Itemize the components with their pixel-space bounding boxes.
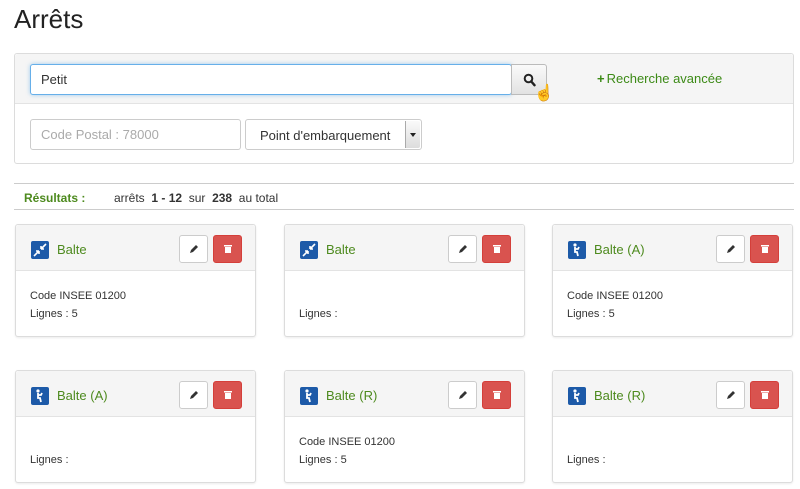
results-prefix: arrêts <box>114 191 145 205</box>
advanced-search-link[interactable]: + Recherche avancée <box>597 71 722 86</box>
stop-card: Balte (A) Lignes : <box>15 370 256 483</box>
pencil-icon <box>190 391 198 399</box>
stop-lines: Lignes : <box>30 454 69 466</box>
stop-card-header: Balte (A) <box>553 225 792 271</box>
results-sur: sur <box>188 191 206 205</box>
stop-lines: Lignes : <box>299 308 338 320</box>
stop-card-header: Balte (R) <box>285 371 524 417</box>
stop-title-link[interactable]: Balte (A) <box>57 388 108 403</box>
stop-lines: Lignes : 5 <box>299 454 347 466</box>
stop-type-select-value: Point d'embarquement <box>260 128 391 143</box>
trash-icon <box>224 391 232 399</box>
area-arrows-icon <box>300 241 318 259</box>
stop-title-link[interactable]: Balte (A) <box>594 242 645 257</box>
pencil-icon <box>459 391 467 399</box>
stop-lines: Lignes : 5 <box>567 308 615 320</box>
stop-title-link[interactable]: Balte <box>57 242 87 257</box>
edit-button[interactable] <box>448 235 477 263</box>
boarding-person-icon <box>300 387 318 405</box>
stop-card-header: Balte (R) <box>553 371 792 417</box>
boarding-person-icon <box>568 241 586 259</box>
trash-icon <box>761 245 769 253</box>
results-count: arrêts 1 - 12 sur 238 au total <box>114 191 278 205</box>
delete-button[interactable] <box>213 235 242 263</box>
trash-icon <box>224 245 232 253</box>
stop-card: Balte (A) Code INSEE 01200 Lignes : 5 <box>552 224 793 337</box>
delete-button[interactable] <box>482 235 511 263</box>
stop-title-link[interactable]: Balte (R) <box>594 388 645 403</box>
search-button[interactable]: ☝ <box>511 64 554 102</box>
postal-code-input[interactable] <box>30 119 241 150</box>
edit-button[interactable] <box>448 381 477 409</box>
trash-icon <box>761 391 769 399</box>
trash-icon <box>493 391 501 399</box>
search-input[interactable] <box>30 64 512 95</box>
pencil-icon <box>727 391 735 399</box>
stop-card-header: Balte <box>285 225 524 271</box>
page-title: Arrêts <box>14 4 84 34</box>
stop-card: Balte (R) Lignes : <box>552 370 793 483</box>
results-suffix: au total <box>238 191 279 205</box>
stop-card: Balte Code INSEE 01200 Lignes : 5 <box>15 224 256 337</box>
stop-card: Balte (R) Code INSEE 01200 Lignes : 5 <box>284 370 525 483</box>
pencil-icon <box>727 245 735 253</box>
stop-lines: Lignes : <box>567 454 606 466</box>
plus-icon: + <box>597 71 605 86</box>
search-panel-header: ☝ +Recherche avancée <box>15 54 793 104</box>
pencil-icon <box>190 245 198 253</box>
edit-button[interactable] <box>179 235 208 263</box>
boarding-person-icon <box>568 387 586 405</box>
hand-cursor-icon: ☝ <box>534 85 554 102</box>
advanced-search-label: Recherche avancée <box>606 71 723 86</box>
stop-card-header: Balte <box>16 225 255 271</box>
trash-icon <box>493 245 501 253</box>
results-summary: Résultats : arrêts 1 - 12 sur 238 au tot… <box>14 183 794 210</box>
search-panel: ☝ +Recherche avancée Point d'embarquemen… <box>14 53 794 164</box>
stop-lines: Lignes : 5 <box>30 308 78 320</box>
delete-button[interactable] <box>750 235 779 263</box>
results-range: 1 - 12 <box>151 191 183 205</box>
stop-insee-code: Code INSEE 01200 <box>299 436 396 448</box>
stop-card: Balte Lignes : <box>284 224 525 337</box>
pencil-icon <box>459 245 467 253</box>
area-arrows-icon <box>31 241 49 259</box>
edit-button[interactable] <box>179 381 208 409</box>
stop-title-link[interactable]: Balte <box>326 242 356 257</box>
results-total: 238 <box>212 191 233 205</box>
stop-insee-code: Code INSEE 01200 <box>567 290 664 302</box>
stop-card-header: Balte (A) <box>16 371 255 417</box>
stop-title-link[interactable]: Balte (R) <box>326 388 377 403</box>
stop-type-select[interactable]: Point d'embarquement <box>245 119 422 150</box>
delete-button[interactable] <box>213 381 242 409</box>
stop-insee-code: Code INSEE 01200 <box>30 290 127 302</box>
chevron-down-icon[interactable] <box>405 121 420 148</box>
delete-button[interactable] <box>750 381 779 409</box>
edit-button[interactable] <box>716 381 745 409</box>
results-label: Résultats : <box>24 191 86 205</box>
delete-button[interactable] <box>482 381 511 409</box>
edit-button[interactable] <box>716 235 745 263</box>
boarding-person-icon <box>31 387 49 405</box>
